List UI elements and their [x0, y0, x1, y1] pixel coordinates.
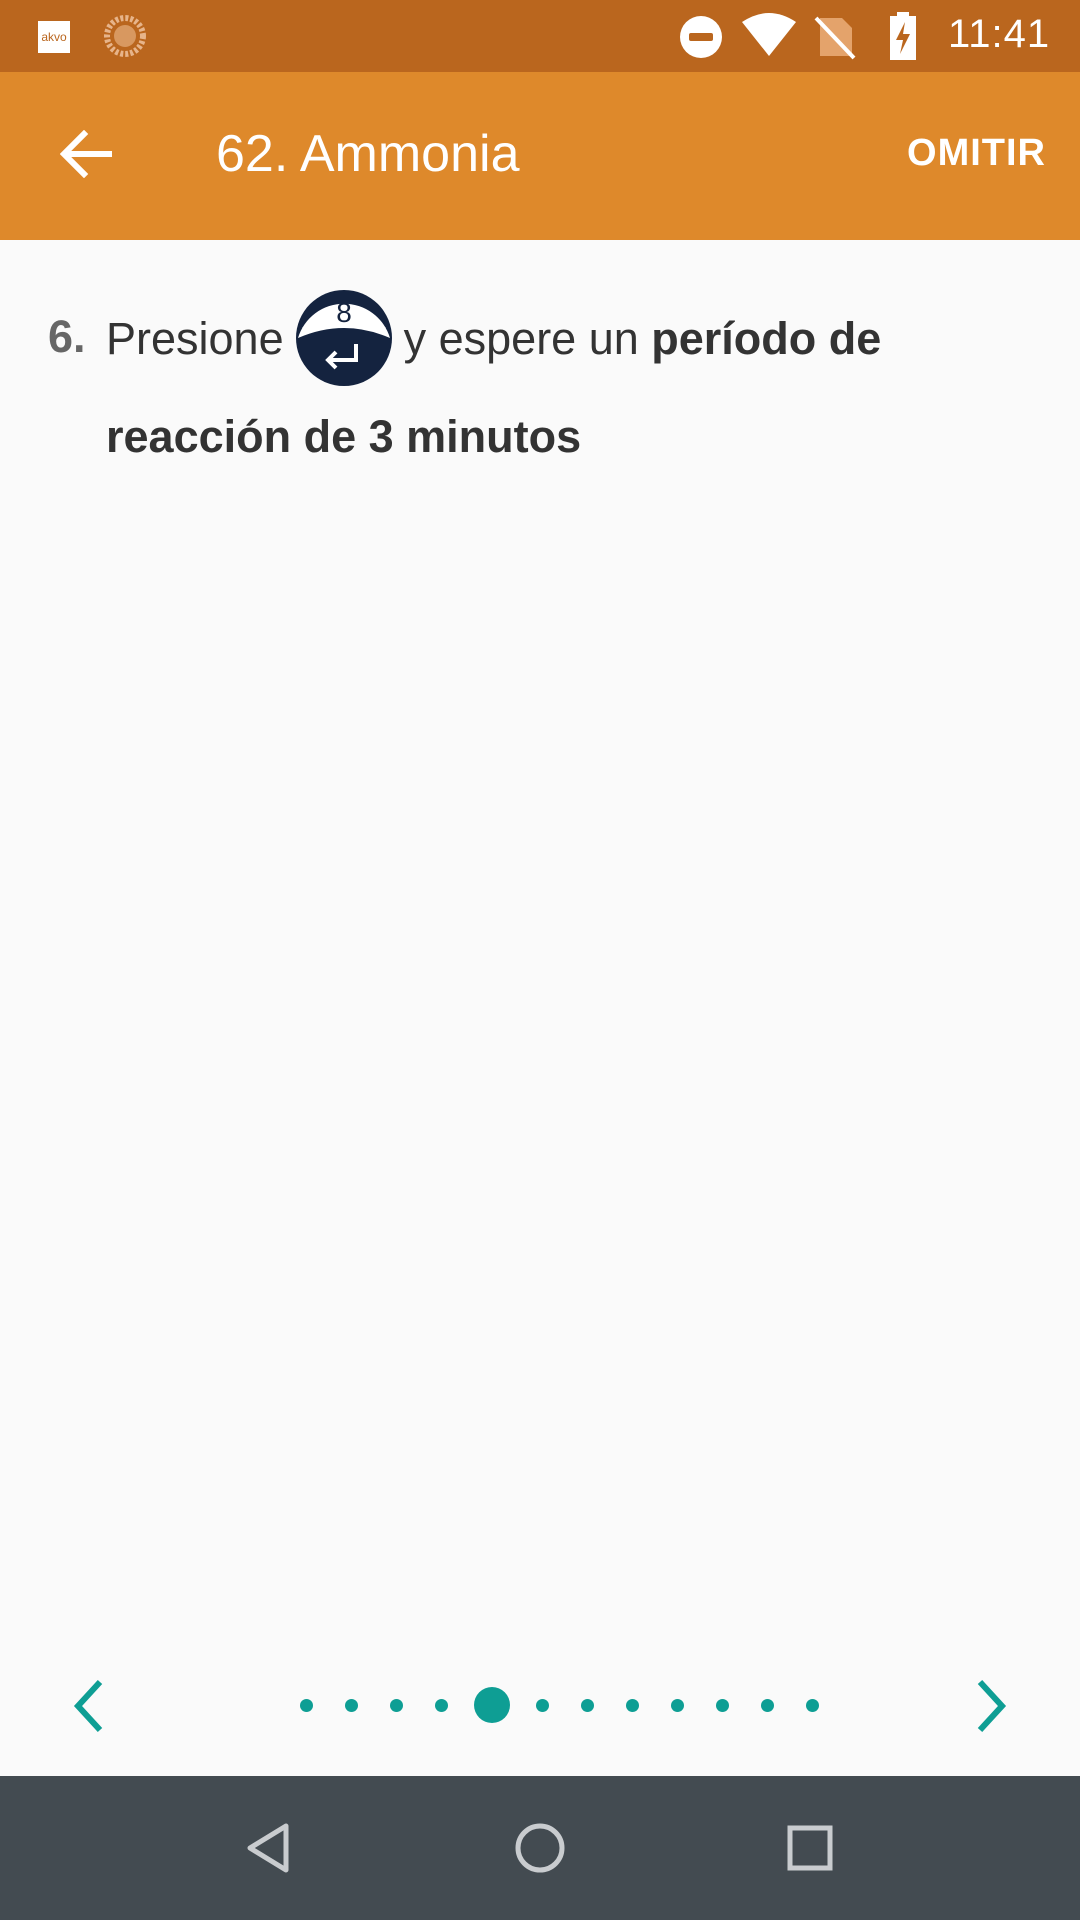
- wifi-icon: [742, 13, 796, 56]
- chevron-left-icon[interactable]: [66, 1678, 110, 1734]
- step-text: Presione 8 y espere un período de reacci…: [106, 290, 1038, 482]
- page-dot: [345, 1698, 358, 1712]
- no-sim-icon: [814, 16, 856, 60]
- page-dot: [300, 1698, 313, 1712]
- page-dot: [761, 1698, 774, 1712]
- nav-home-icon[interactable]: [508, 1816, 572, 1880]
- step-number: 6.: [48, 311, 86, 362]
- pager: [0, 1660, 1080, 1750]
- arrow-back-icon: [60, 130, 112, 178]
- instruction: 6. Presione 8 y espere un período de rea…: [48, 290, 1038, 482]
- sync-icon: [104, 15, 146, 57]
- page-dot-active: [474, 1687, 510, 1723]
- nav-back-icon[interactable]: [238, 1816, 302, 1880]
- page-dot: [671, 1698, 684, 1712]
- skip-button[interactable]: OMITIR: [907, 132, 1046, 175]
- page-dot: [626, 1698, 639, 1712]
- page-dot: [390, 1698, 403, 1712]
- step-text-middle: y espere un: [403, 312, 639, 364]
- page-title: 62. Ammonia: [216, 125, 520, 183]
- enter-key-icon: 8: [295, 290, 392, 386]
- page-indicator: [284, 1687, 835, 1723]
- nav-bar: [0, 1776, 1080, 1920]
- page-dot: [806, 1698, 819, 1712]
- nav-recents-icon[interactable]: [778, 1816, 842, 1880]
- key-label: 8: [336, 297, 352, 328]
- back-button[interactable]: [44, 112, 128, 196]
- page-dot: [536, 1698, 549, 1712]
- page-dot: [435, 1698, 448, 1712]
- battery-charging-icon: [890, 12, 916, 60]
- status-clock: 11:41: [948, 12, 1051, 56]
- step-text-before: Presione: [106, 312, 284, 364]
- page-dot: [716, 1698, 729, 1712]
- status-bar: akvo 11:41: [0, 0, 1080, 72]
- chevron-right-icon[interactable]: [970, 1678, 1014, 1734]
- do-not-disturb-icon: [680, 16, 722, 58]
- app-bar: 62. Ammonia OMITIR: [0, 72, 1080, 240]
- page-dot: [581, 1698, 594, 1712]
- akvo-icon: akvo: [38, 21, 70, 53]
